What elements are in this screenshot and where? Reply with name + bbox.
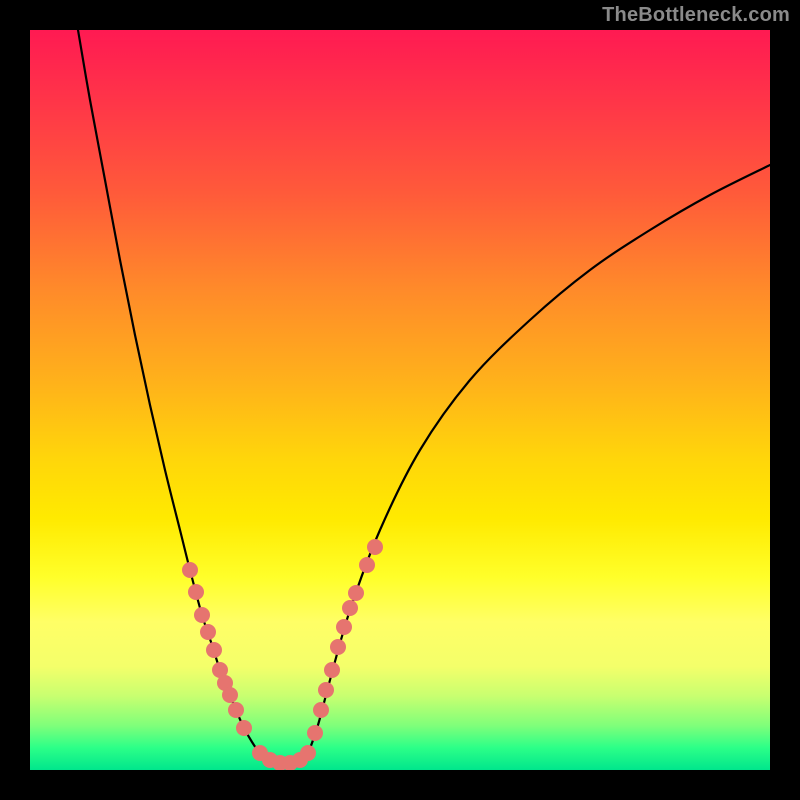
marker-group — [182, 539, 383, 770]
data-marker — [182, 562, 198, 578]
data-marker — [330, 639, 346, 655]
data-marker — [307, 725, 323, 741]
data-marker — [367, 539, 383, 555]
data-marker — [188, 584, 204, 600]
plot-area — [30, 30, 770, 770]
data-marker — [206, 642, 222, 658]
data-marker — [222, 687, 238, 703]
curve-left-branch — [78, 30, 260, 754]
chart-stage: TheBottleneck.com — [0, 0, 800, 800]
curve-layer — [30, 30, 770, 770]
data-marker — [324, 662, 340, 678]
data-marker — [200, 624, 216, 640]
data-marker — [359, 557, 375, 573]
data-marker — [336, 619, 352, 635]
watermark-text: TheBottleneck.com — [602, 4, 790, 27]
data-marker — [236, 720, 252, 736]
curve-right-branch — [308, 165, 770, 754]
data-marker — [228, 702, 244, 718]
data-marker — [348, 585, 364, 601]
data-marker — [194, 607, 210, 623]
data-marker — [313, 702, 329, 718]
data-marker — [318, 682, 334, 698]
data-marker — [342, 600, 358, 616]
data-marker — [300, 745, 316, 761]
